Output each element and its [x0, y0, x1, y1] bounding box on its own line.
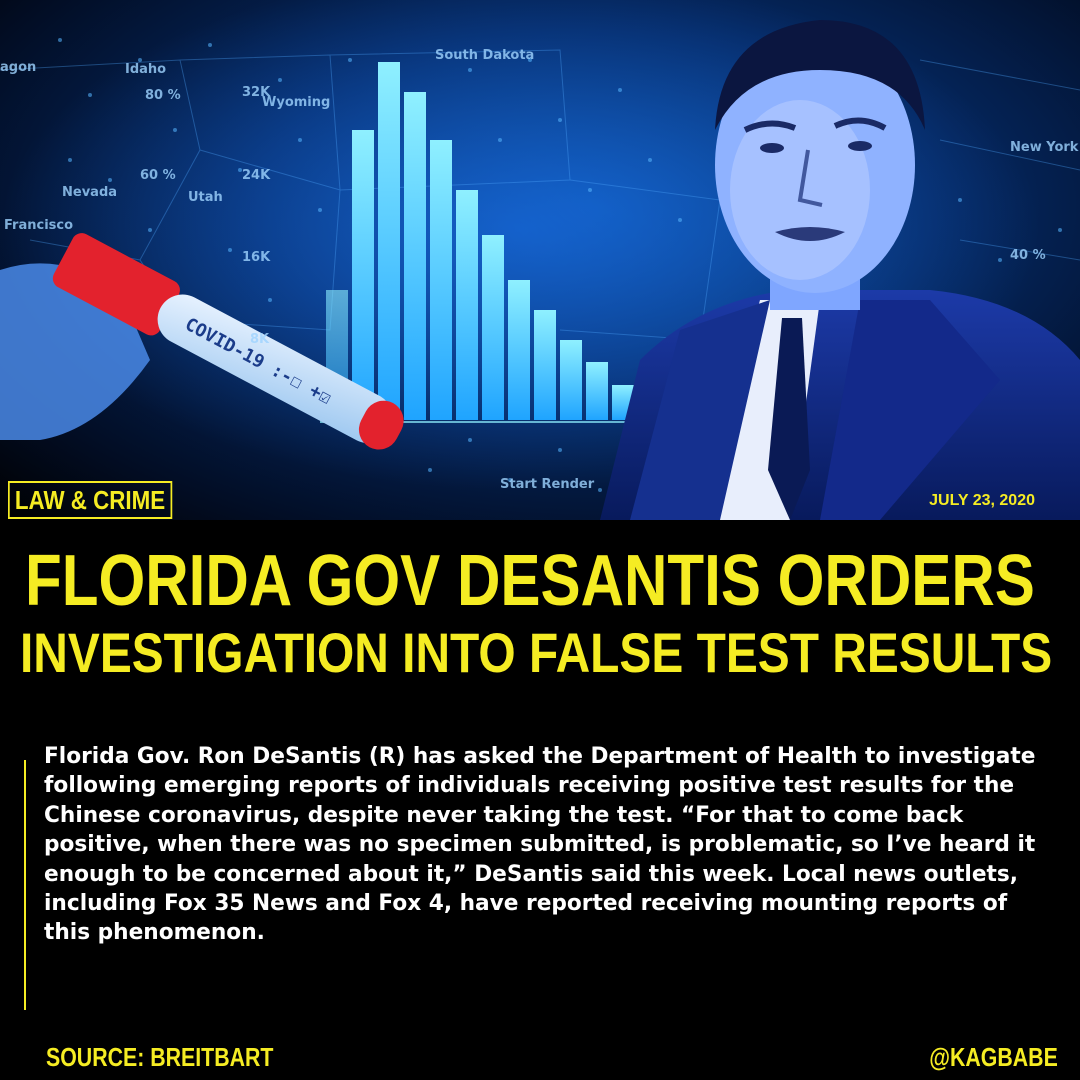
map-label-new-york: New York	[1010, 140, 1079, 155]
source-credit: SOURCE: BREITBART	[46, 1042, 274, 1072]
account-handle: @KAGBABE	[929, 1042, 1058, 1072]
map-label-start-render: Start Render	[500, 477, 595, 492]
map-label-francisco: Francisco	[4, 218, 74, 233]
map-label-60: 60 %	[140, 168, 176, 183]
map-label-nevada: Nevada	[62, 185, 118, 200]
headline-line-1: FLORIDA GOV DESANTIS ORDERS	[25, 541, 1035, 621]
quote-bar	[24, 760, 26, 1010]
headline: FLORIDA GOV DESANTIS ORDERS INVESTIGATIO…	[20, 545, 1060, 681]
map-label-utah: Utah	[188, 190, 223, 205]
map-label-40: 40 %	[1010, 248, 1046, 263]
hero-image: COVID-19 :-☐ +☑ agon Idaho South Dakota …	[0, 0, 1080, 520]
headline-line-2: INVESTIGATION INTO FALSE TEST RESULTS	[20, 621, 1053, 684]
map-label-south-dakota: South Dakota	[435, 48, 535, 63]
map-label-idaho: Idaho	[125, 62, 167, 77]
map-label-80: 80 %	[145, 88, 181, 103]
hero-illustration: COVID-19 :-☐ +☑	[0, 0, 1080, 520]
publish-date: JULY 23, 2020	[929, 492, 1035, 509]
category-tag: LAW & CRIME	[8, 481, 173, 519]
map-label-wyoming: Wyoming	[262, 95, 331, 110]
map-label-16k: 16K	[242, 250, 271, 265]
map-label-8k: 8K	[250, 332, 270, 347]
article-text: Florida Gov. Ron DeSantis (R) has asked …	[44, 744, 1036, 946]
map-label-24k: 24K	[242, 168, 271, 183]
article-body: Florida Gov. Ron DeSantis (R) has asked …	[44, 742, 1059, 948]
